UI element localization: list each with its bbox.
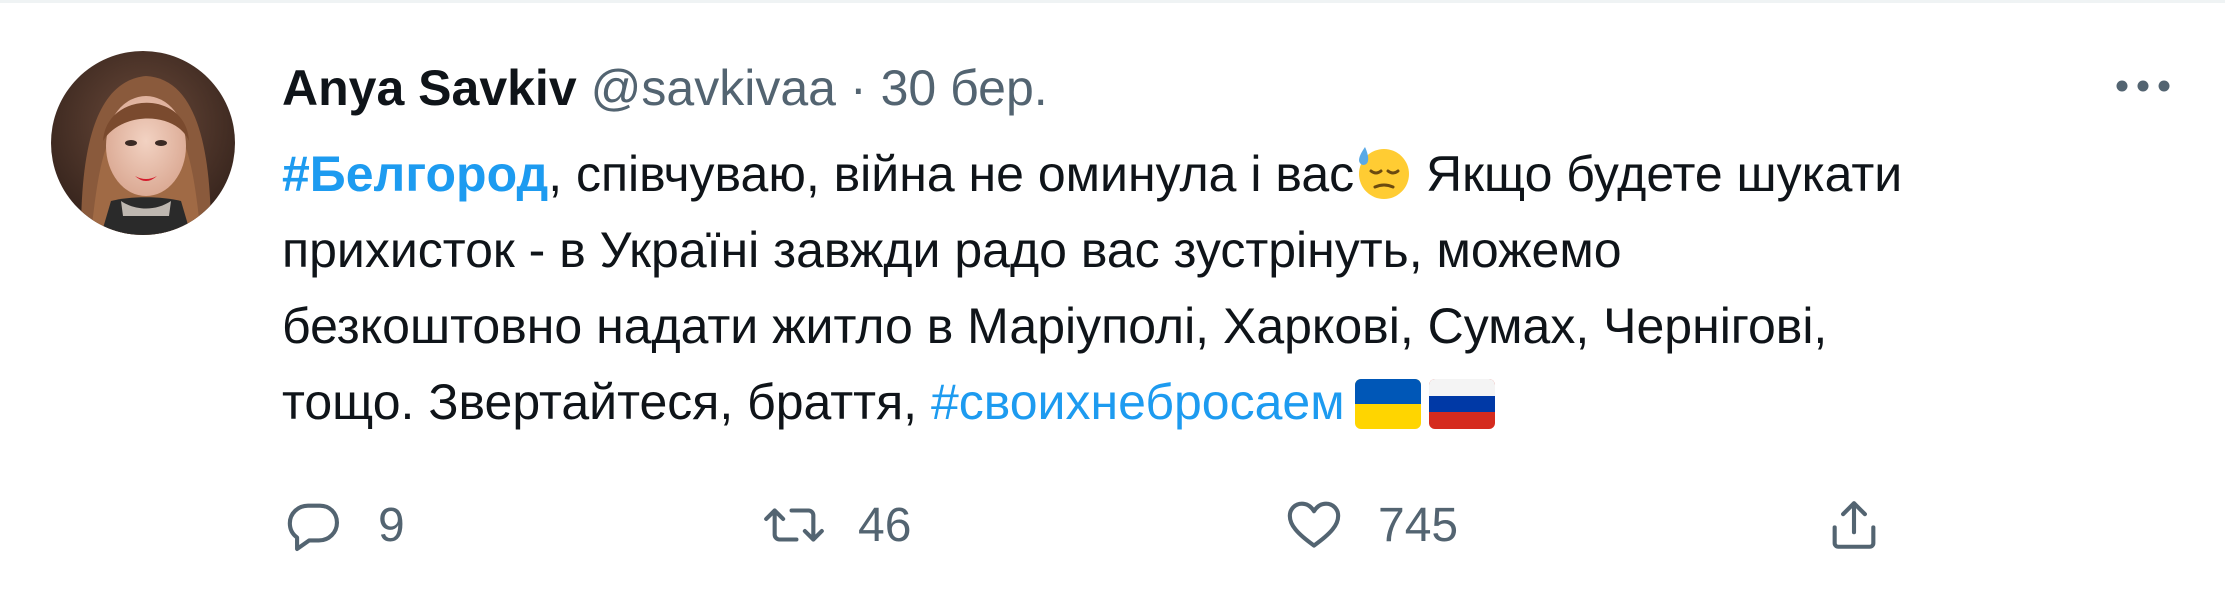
share-button[interactable] [1822,490,1886,560]
avatar-photo [51,51,235,235]
more-icon [2116,80,2170,92]
more-button[interactable] [2111,66,2175,106]
tweet-text-segment: Якщо будете шукати [1412,146,1903,202]
reply-button[interactable]: 9 [282,490,405,560]
ukraine-flag [1354,379,1421,429]
author-handle[interactable]: @savkivaa [591,59,836,117]
tweet-line-3: безкоштовно надати житло в Маріуполі, Ха… [282,298,1828,354]
russia-flag [1428,379,1495,429]
header-separator: · [849,60,867,116]
heart-icon [1287,501,1341,548]
tweet-text-segment: тощо. Звертайтеся, браття, [282,374,931,430]
like-button[interactable]: 745 [1282,490,1458,560]
author-display-name[interactable]: Anya Savkiv [282,59,577,117]
tweet-text: #Белгород, співчуваю, війна не оминула і… [282,136,2182,440]
share-icon [1832,501,1876,549]
tweet-line-4: тощо. Звертайтеся, браття, #своихнеброса… [282,364,2182,440]
like-count: 745 [1378,498,1459,552]
avatar[interactable] [51,51,235,235]
tweet-header: Anya Savkiv @savkivaa · 30 бер. [282,58,1048,118]
tweet-line-2: прихисток - в Україні завжди радо вас зу… [282,222,1622,278]
tweet-text-segment: , співчуваю, війна не оминула і вас [548,146,1355,202]
hashtag-belgorod[interactable]: #Белгород [282,146,548,202]
reply-count: 9 [378,498,405,552]
hashtag-svoikhnebrosaem[interactable]: #своихнебросаем [931,374,1345,430]
tweet-actions: 9 46 745 [282,490,1882,560]
downcast-face-with-sweat-emoji [1354,143,1412,201]
tweet-date[interactable]: 30 бер. [881,59,1048,117]
retweet-count: 46 [858,498,912,552]
top-divider [0,0,2225,3]
tweet-line-1: #Белгород, співчуваю, війна не оминула і… [282,136,2182,212]
retweet-button[interactable]: 46 [762,490,911,560]
retweet-icon [764,508,824,542]
reply-icon [287,503,340,551]
